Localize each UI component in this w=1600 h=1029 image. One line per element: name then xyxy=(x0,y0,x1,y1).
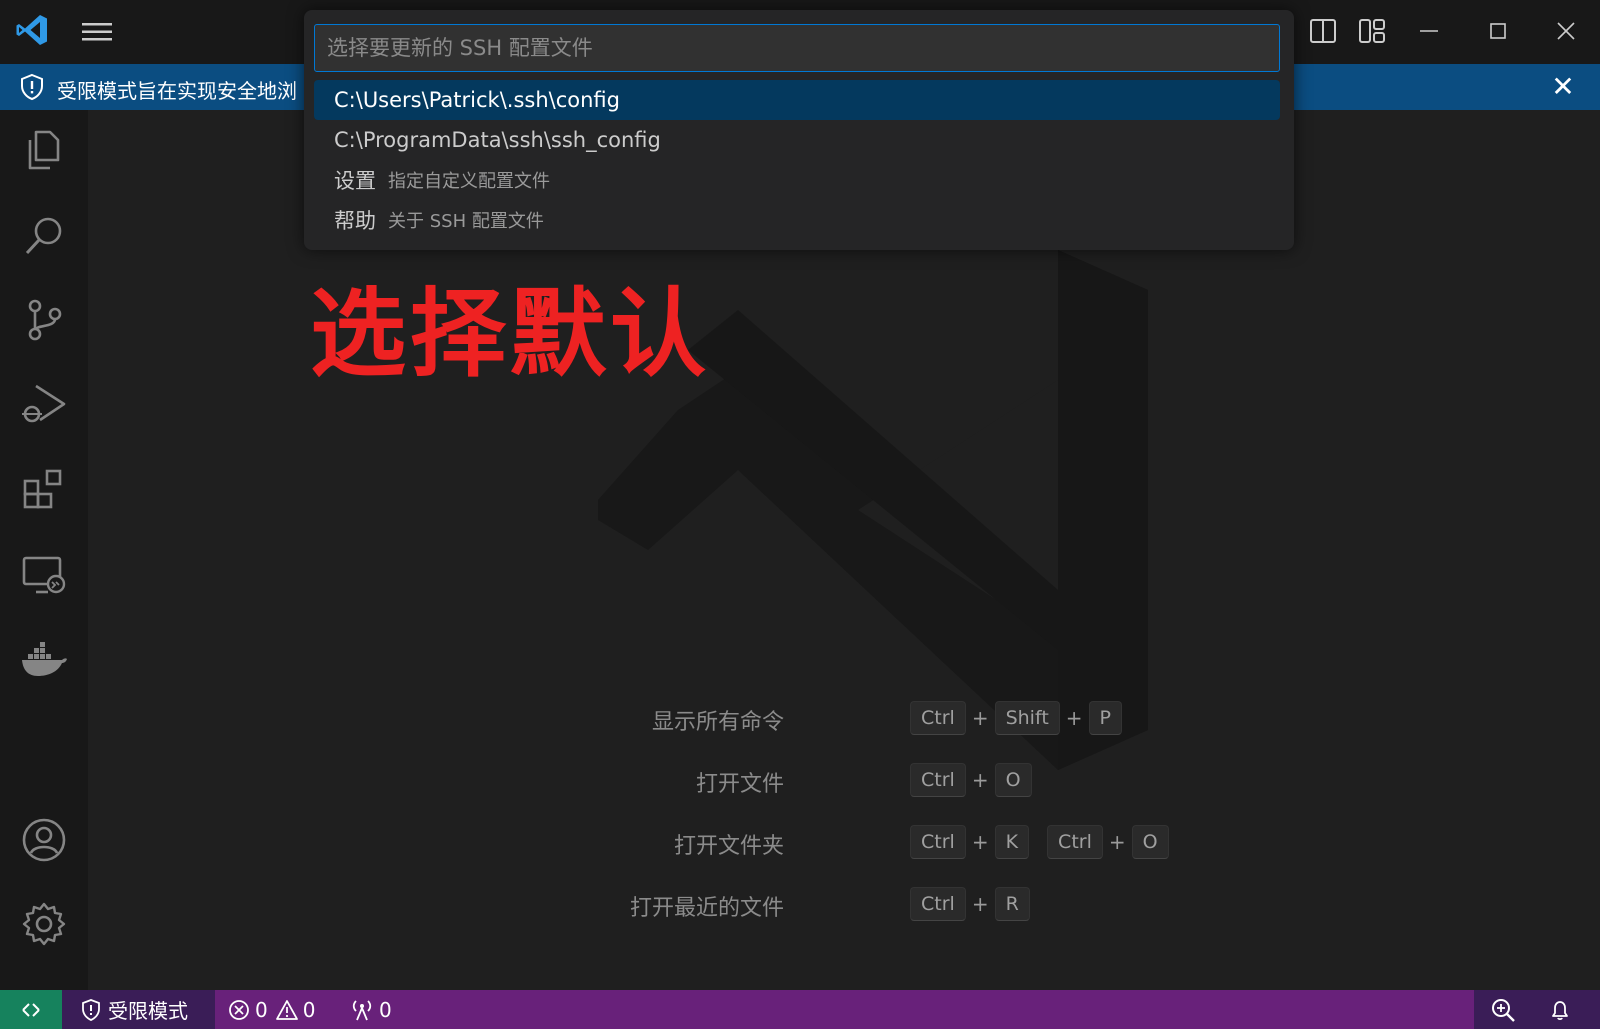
quick-pick-item-label: C:\Users\Patrick\.ssh\config xyxy=(334,88,620,112)
activity-bar xyxy=(0,110,88,990)
quick-pick-item-label: 设置 xyxy=(334,169,376,193)
explorer-icon[interactable] xyxy=(14,120,74,180)
zoom-button[interactable] xyxy=(1490,990,1516,1029)
quick-pick-item-system-config[interactable]: C:\ProgramData\ssh\ssh_config xyxy=(314,120,1280,160)
restricted-mode-button[interactable]: 受限模式 xyxy=(62,990,215,1029)
ports-count: 0 xyxy=(379,997,392,1022)
key-cap: Shift xyxy=(994,701,1060,735)
menu-icon[interactable] xyxy=(80,19,114,45)
key-cap: Ctrl xyxy=(910,887,966,921)
customize-layout-icon[interactable] xyxy=(1355,14,1389,48)
shortcut-row: 打开文件夹 Ctrl + K Ctrl + O xyxy=(88,822,1600,862)
vscode-logo-icon xyxy=(16,15,47,45)
remote-icon xyxy=(22,1002,40,1017)
error-icon xyxy=(229,999,249,1020)
key-cap: O xyxy=(1131,825,1169,859)
quick-pick-item-user-config[interactable]: C:\Users\Patrick\.ssh\config xyxy=(314,80,1280,120)
banner-text[interactable]: 受限模式旨在实现安全地浏 xyxy=(57,75,307,104)
search-icon[interactable] xyxy=(14,206,74,266)
warning-count: 0 xyxy=(302,997,316,1022)
shield-icon xyxy=(82,998,100,1021)
shortcut-label[interactable]: 打开文件夹 xyxy=(674,828,784,860)
minimize-icon[interactable] xyxy=(1412,14,1446,48)
remote-indicator-button[interactable] xyxy=(0,990,62,1029)
key-cap: P xyxy=(1088,701,1122,735)
quick-pick: C:\Users\Patrick\.ssh\config C:\ProgramD… xyxy=(304,10,1294,250)
quick-pick-item-label: C:\ProgramData\ssh\ssh_config xyxy=(334,128,661,152)
notifications-button[interactable] xyxy=(1548,990,1572,1029)
remote-explorer-icon[interactable] xyxy=(14,546,74,606)
error-count: 0 xyxy=(255,997,268,1022)
broadcast-icon xyxy=(352,999,372,1020)
shield-icon xyxy=(21,73,43,101)
key-cap: Ctrl xyxy=(910,763,966,797)
source-control-icon[interactable] xyxy=(14,290,74,350)
quick-pick-list: C:\Users\Patrick\.ssh\config C:\ProgramD… xyxy=(314,80,1280,240)
toggle-panel-layout-icon[interactable] xyxy=(1306,14,1340,48)
key-cap: Ctrl xyxy=(1047,825,1103,859)
shortcut-row: 打开最近的文件 Ctrl + R xyxy=(88,884,1600,924)
shortcut-row: 显示所有命令 Ctrl + Shift + P xyxy=(88,698,1600,738)
shortcut-row: 打开文件 Ctrl + O xyxy=(88,760,1600,800)
docker-icon[interactable] xyxy=(14,630,74,690)
run-debug-icon[interactable] xyxy=(14,374,74,434)
key-cap: O xyxy=(994,763,1032,797)
key-cap: K xyxy=(994,825,1030,859)
quick-pick-input[interactable] xyxy=(315,25,1279,71)
zoom-in-icon xyxy=(1492,998,1515,1022)
key-cap: Ctrl xyxy=(910,701,966,735)
quick-pick-item-settings[interactable]: 设置 指定自定义配置文件 xyxy=(314,160,1280,200)
problems-button[interactable]: 0 0 xyxy=(228,990,315,1029)
bell-icon xyxy=(1552,1000,1568,1020)
status-bar: 受限模式 0 0 0 xyxy=(0,990,1600,1029)
annotation-caption: 选择默认 xyxy=(310,278,710,390)
warning-icon xyxy=(275,999,298,1020)
banner-close-button[interactable]: ✕ xyxy=(1548,72,1578,102)
quick-pick-input-box[interactable] xyxy=(314,24,1280,72)
shortcut-label[interactable]: 打开文件 xyxy=(696,766,784,798)
quick-pick-item-help[interactable]: 帮助 关于 SSH 配置文件 xyxy=(314,200,1280,240)
shortcut-label[interactable]: 显示所有命令 xyxy=(652,704,784,736)
key-cap: Ctrl xyxy=(910,825,966,859)
quick-pick-item-label: 帮助 xyxy=(334,209,376,233)
maximize-icon[interactable] xyxy=(1481,14,1515,48)
key-cap: R xyxy=(994,887,1030,921)
shortcut-label[interactable]: 打开最近的文件 xyxy=(630,890,784,922)
quick-pick-item-description: 指定自定义配置文件 xyxy=(388,171,550,192)
ports-button[interactable]: 0 xyxy=(350,990,392,1029)
extensions-icon[interactable] xyxy=(14,460,74,520)
close-window-icon[interactable] xyxy=(1549,14,1583,48)
manage-gear-icon[interactable] xyxy=(14,894,74,954)
restricted-mode-label: 受限模式 xyxy=(108,999,188,1023)
accounts-icon[interactable] xyxy=(14,810,74,870)
quick-pick-item-description: 关于 SSH 配置文件 xyxy=(388,211,544,232)
